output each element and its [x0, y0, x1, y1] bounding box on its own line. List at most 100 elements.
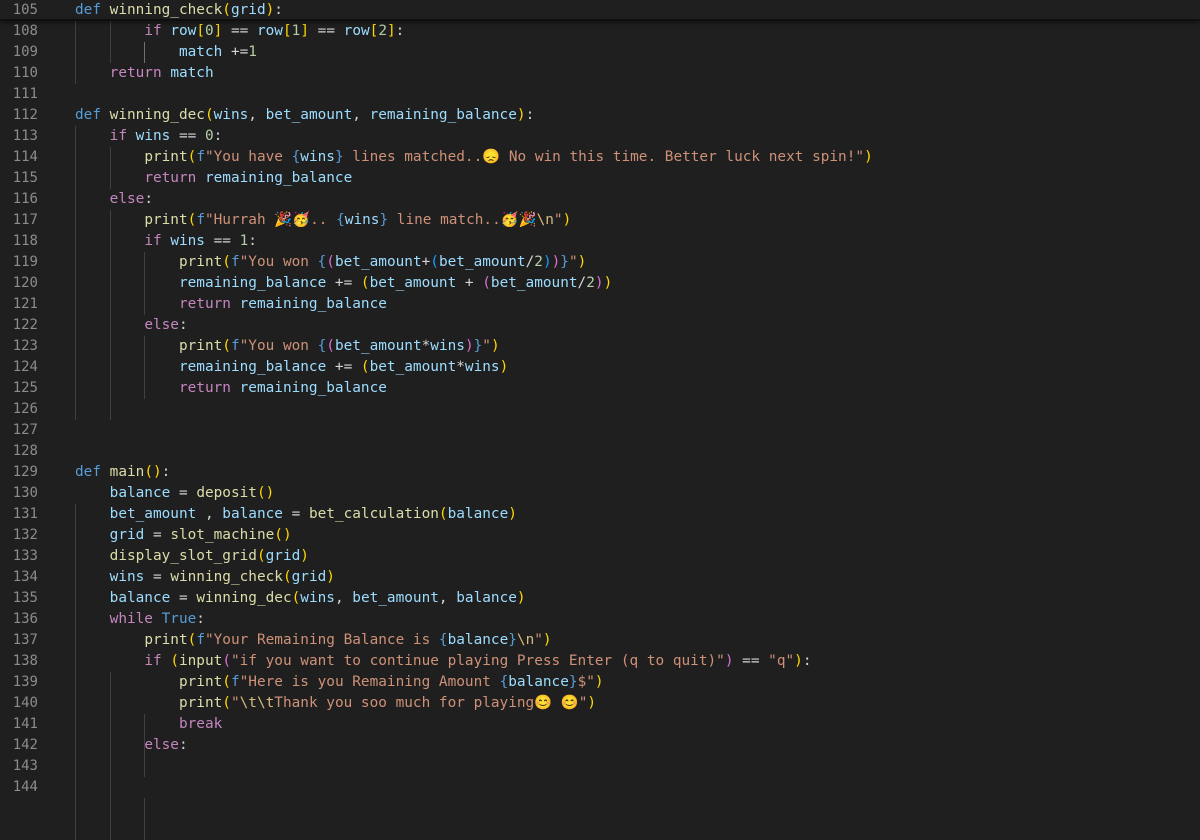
code-line[interactable]: 131 bet_amount , balance = bet_calculati…	[0, 504, 1200, 525]
sticky-scroll-border	[0, 19, 1200, 21]
code-token: )	[562, 212, 572, 228]
code-line[interactable]: 129 def main():	[0, 462, 1200, 483]
code-line[interactable]: 105 def winning_check(grid):	[0, 0, 1200, 21]
code-line[interactable]: 132 grid = slot_machine()	[0, 525, 1200, 546]
code-token: def	[75, 2, 110, 18]
line-number: 133	[12, 548, 38, 564]
code-line[interactable]: 110 return match	[0, 63, 1200, 84]
code-line[interactable]: 118 if wins == 1:	[0, 231, 1200, 252]
code-token: (	[360, 275, 370, 291]
code-token: print	[178, 254, 223, 270]
code-text[interactable]: remaining_balance += (bet_amount + (bet_…	[75, 273, 612, 294]
code-text[interactable]: if wins == 1:	[75, 231, 257, 252]
code-text[interactable]: else:	[75, 189, 153, 210]
code-text[interactable]: def winning_check(grid):	[75, 0, 283, 21]
code-line[interactable]: 116 else:	[0, 189, 1200, 210]
code-line[interactable]: 130 balance = deposit()	[0, 483, 1200, 504]
code-text[interactable]: print(f"Here is you Remaining Amount {ba…	[75, 672, 604, 693]
code-line[interactable]: 144	[0, 777, 1200, 798]
code-line[interactable]: 133 display_slot_grid(grid)	[0, 546, 1200, 567]
code-line[interactable]: 114 print(f"You have {wins} lines matche…	[0, 147, 1200, 168]
code-line[interactable]: 122 else:	[0, 315, 1200, 336]
line-number: 124	[12, 359, 38, 375]
code-token: :	[395, 23, 405, 39]
code-line[interactable]: 141 break	[0, 714, 1200, 735]
code-line[interactable]: 136 while True:	[0, 609, 1200, 630]
code-text[interactable]: bet_amount , balance = bet_calculation(b…	[75, 504, 517, 525]
code-token: wins	[135, 128, 171, 144]
code-line[interactable]: 127	[0, 420, 1200, 441]
code-line[interactable]: 115 return remaining_balance	[0, 168, 1200, 189]
code-line[interactable]: 134 wins = winning_check(grid)	[0, 567, 1200, 588]
code-token: }	[334, 149, 344, 165]
code-line[interactable]: 109 match +=1	[0, 42, 1200, 63]
code-line[interactable]: 111	[0, 84, 1200, 105]
code-token: ,	[352, 107, 370, 123]
code-token: return	[178, 296, 240, 312]
code-text[interactable]: remaining_balance += (bet_amount*wins)	[75, 357, 508, 378]
code-line[interactable]: 125 return remaining_balance	[0, 378, 1200, 399]
code-text[interactable]: def main():	[75, 462, 170, 483]
code-line[interactable]: 135 balance = winning_dec(wins, bet_amou…	[0, 588, 1200, 609]
code-text[interactable]: else:	[75, 315, 187, 336]
code-token: )	[508, 506, 517, 522]
code-line[interactable]: 120 remaining_balance += (bet_amount + (…	[0, 273, 1200, 294]
code-token: +=	[326, 275, 361, 291]
code-text[interactable]: return match	[75, 63, 214, 84]
code-text[interactable]: if (input("if you want to continue playi…	[75, 651, 811, 672]
code-line[interactable]: 112 def winning_dec(wins, bet_amount, rem…	[0, 105, 1200, 126]
code-line[interactable]: 119 print(f"You won {(bet_amount+(bet_am…	[0, 252, 1200, 273]
code-line[interactable]: 137 print(f"Your Remaining Balance is {b…	[0, 630, 1200, 651]
code-line[interactable]: 126	[0, 399, 1200, 420]
code-token: remaining_balance	[204, 170, 353, 186]
code-text[interactable]: while True:	[75, 609, 205, 630]
code-text[interactable]: balance = deposit()	[75, 483, 275, 504]
code-line[interactable]: 117 print(f"Hurrah 🎉🥳.. {wins} line matc…	[0, 210, 1200, 231]
indent-guide	[75, 504, 76, 840]
code-text[interactable]: print("\t\tThank you soo much for playin…	[75, 693, 596, 714]
code-line[interactable]: 139 print(f"Here is you Remaining Amount…	[0, 672, 1200, 693]
code-text[interactable]: if wins == 0:	[75, 126, 223, 147]
code-text[interactable]: display_slot_grid(grid)	[75, 546, 309, 567]
code-text[interactable]: else:	[75, 735, 187, 756]
code-text[interactable]: return remaining_balance	[75, 168, 352, 189]
code-token: bet_amount	[334, 254, 422, 270]
code-line[interactable]: 121 return remaining_balance	[0, 294, 1200, 315]
code-text[interactable]: return remaining_balance	[75, 294, 387, 315]
code-text[interactable]: break	[75, 714, 222, 735]
code-line[interactable]: 138 if (input("if you want to continue p…	[0, 651, 1200, 672]
code-text[interactable]: wins = winning_check(grid)	[75, 567, 335, 588]
code-text[interactable]: grid = slot_machine()	[75, 525, 292, 546]
code-text[interactable]: def winning_dec(wins, bet_amount, remain…	[75, 105, 534, 126]
code-editor[interactable]: 105 def winning_check(grid): 108 if row[0]…	[0, 0, 1200, 840]
code-token: "	[230, 695, 240, 711]
code-token: (	[430, 254, 439, 270]
code-line[interactable]: 124 remaining_balance += (bet_amount*win…	[0, 357, 1200, 378]
code-token: "You won	[239, 338, 318, 354]
line-number: 140	[12, 695, 38, 711]
code-line[interactable]: 143	[0, 756, 1200, 777]
code-line[interactable]: 113 if wins == 0:	[0, 126, 1200, 147]
code-text[interactable]: if row[0] == row[1] == row[2]:	[75, 21, 404, 42]
line-number: 139	[12, 674, 38, 690]
code-text[interactable]: print(f"You have {wins} lines matched..😞…	[75, 147, 872, 168]
code-line[interactable]: 128	[0, 441, 1200, 462]
code-text[interactable]: match +=1	[75, 42, 257, 63]
code-text[interactable]: print(f"You won {(bet_amount*wins)}")	[75, 336, 500, 357]
code-line[interactable]: 123 print(f"You won {(bet_amount*wins)}"…	[0, 336, 1200, 357]
code-text[interactable]: print(f"Hurrah 🎉🥳.. {wins} line match..🥳…	[75, 210, 571, 231]
code-text[interactable]: print(f"Your Remaining Balance is {balan…	[75, 630, 551, 651]
code-token: "Hurrah 🎉🥳..	[204, 212, 337, 228]
code-line[interactable]: 140 print("\t\tThank you soo much for pl…	[0, 693, 1200, 714]
code-line[interactable]: 108 if row[0] == row[1] == row[2]:	[0, 21, 1200, 42]
line-number: 116	[12, 191, 38, 207]
code-token: print	[178, 338, 223, 354]
line-number: 141	[12, 716, 38, 732]
code-text[interactable]: balance = winning_dec(wins, bet_amount, …	[75, 588, 526, 609]
code-line[interactable]: 142 else:	[0, 735, 1200, 756]
code-text[interactable]: print(f"You won {(bet_amount+(bet_amount…	[75, 252, 586, 273]
code-text[interactable]: return remaining_balance	[75, 378, 387, 399]
